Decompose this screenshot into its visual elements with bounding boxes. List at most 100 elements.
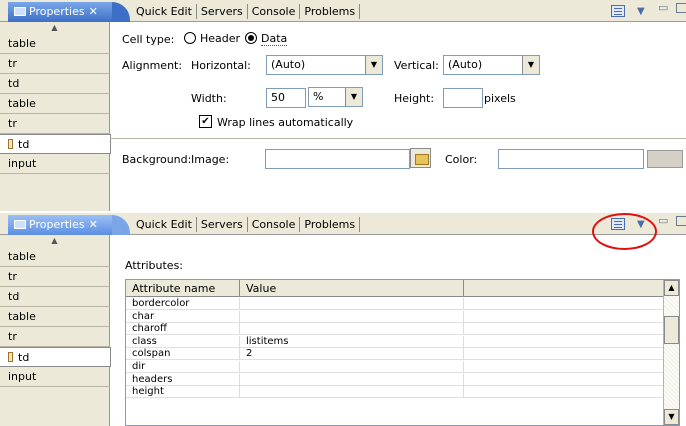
extra-cell xyxy=(464,323,666,336)
sidebar-item-tr[interactable]: tr xyxy=(0,267,110,287)
vertical-scrollbar[interactable]: ▲ ▼ xyxy=(663,280,679,425)
table-row[interactable]: class listitems xyxy=(126,335,666,348)
height-label: Height: xyxy=(394,92,435,105)
chevron-down-icon[interactable]: ▼ xyxy=(345,88,362,106)
color-picker-button[interactable] xyxy=(647,150,683,168)
column-header-name[interactable]: Attribute name xyxy=(126,280,240,297)
attribute-value-cell[interactable] xyxy=(240,298,464,310)
color-input[interactable] xyxy=(498,149,644,169)
data-radio[interactable] xyxy=(245,32,257,44)
attributes-table[interactable]: Attribute name Value bordercolor char char… xyxy=(125,279,680,426)
view-menu-icon[interactable] xyxy=(611,5,625,17)
tab-problems[interactable]: Problems xyxy=(300,4,361,19)
sidebar-item-tr[interactable]: tr xyxy=(0,327,110,347)
element-sidebar: ▲ table tr td table tr td input xyxy=(0,22,111,211)
vertical-value: (Auto) xyxy=(448,58,483,71)
tab-console[interactable]: Console xyxy=(248,217,301,232)
attribute-value-cell[interactable] xyxy=(240,310,464,323)
attribute-name-cell[interactable]: charoff xyxy=(126,323,240,336)
extra-cell xyxy=(464,348,666,361)
chevron-down-icon[interactable]: ▼ xyxy=(365,56,382,74)
sidebar-item-td-selected[interactable]: td xyxy=(0,134,111,154)
tab-properties-label: Properties xyxy=(29,5,85,18)
dropdown-icon[interactable]: ▼ xyxy=(637,6,645,17)
tab-curve xyxy=(112,2,130,22)
height-input[interactable] xyxy=(443,88,483,108)
sidebar-item-table[interactable]: table xyxy=(0,94,110,114)
scroll-thumb[interactable] xyxy=(664,316,679,344)
divider xyxy=(110,138,686,139)
sidebar-item-table[interactable]: table xyxy=(0,247,110,267)
header-radio[interactable] xyxy=(184,32,196,44)
tab-quick-edit[interactable]: Quick Edit xyxy=(132,217,197,232)
table-row[interactable]: height xyxy=(126,386,666,399)
attribute-name-cell[interactable]: colspan xyxy=(126,348,240,361)
maximize-icon[interactable] xyxy=(676,216,686,226)
width-label: Width: xyxy=(191,92,227,105)
background-label: Background: xyxy=(122,153,192,166)
attribute-name-cell[interactable]: bordercolor xyxy=(126,298,240,310)
tab-properties[interactable]: Properties ✕ xyxy=(8,215,112,235)
width-unit-select[interactable]: % ▼ xyxy=(308,87,363,107)
width-input[interactable]: 50 xyxy=(266,88,306,108)
attribute-value-cell[interactable] xyxy=(240,386,464,399)
close-icon[interactable]: ✕ xyxy=(89,218,98,231)
attribute-name-cell[interactable]: headers xyxy=(126,373,240,386)
scroll-up-icon[interactable]: ▲ xyxy=(0,235,109,247)
tab-console[interactable]: Console xyxy=(248,4,301,19)
tab-problems[interactable]: Problems xyxy=(300,217,361,232)
attribute-value-cell[interactable] xyxy=(240,373,464,386)
attribute-name-cell[interactable]: char xyxy=(126,310,240,323)
width-unit-value: % xyxy=(313,90,324,103)
close-icon[interactable]: ✕ xyxy=(89,5,98,18)
sidebar-item-label: td xyxy=(18,351,30,364)
table-row[interactable]: colspan 2 xyxy=(126,348,666,361)
sidebar-item-td[interactable]: td xyxy=(0,74,110,94)
sidebar-item-input[interactable]: input xyxy=(0,367,110,387)
annotation-ring xyxy=(592,213,657,250)
attribute-name-cell[interactable]: dir xyxy=(126,361,240,373)
extra-cell xyxy=(464,298,666,310)
alignment-label: Alignment: xyxy=(122,59,183,72)
tab-bar: Properties ✕ Quick Edit Servers Console P… xyxy=(0,213,686,250)
minimize-icon[interactable]: ▭ xyxy=(658,1,668,14)
sidebar-item-tr[interactable]: tr xyxy=(0,54,110,74)
chevron-down-icon[interactable]: ▼ xyxy=(522,56,539,74)
properties-icon xyxy=(14,220,26,229)
attribute-value-cell[interactable] xyxy=(240,323,464,336)
scroll-up-icon[interactable]: ▲ xyxy=(0,22,109,34)
table-row[interactable]: charoff xyxy=(126,323,666,336)
table-row[interactable]: bordercolor xyxy=(126,298,666,310)
sidebar-item-td[interactable]: td xyxy=(0,287,110,307)
vertical-select[interactable]: (Auto) ▼ xyxy=(443,55,540,75)
scroll-down-icon[interactable]: ▼ xyxy=(664,409,679,425)
scroll-up-icon[interactable]: ▲ xyxy=(664,280,679,296)
table-row[interactable]: headers xyxy=(126,373,666,386)
tab-properties[interactable]: Properties ✕ xyxy=(8,2,112,22)
other-tabs: Quick Edit Servers Console Problems xyxy=(132,217,361,232)
folder-icon[interactable] xyxy=(410,148,431,168)
attribute-name-cell[interactable]: class xyxy=(126,335,240,348)
attribute-name-cell[interactable]: height xyxy=(126,386,240,399)
attribute-value-cell[interactable]: listitems xyxy=(240,335,464,348)
sidebar-item-input[interactable]: input xyxy=(0,154,110,174)
table-row[interactable]: char xyxy=(126,310,666,323)
tab-servers[interactable]: Servers xyxy=(197,4,248,19)
attribute-value-cell[interactable] xyxy=(240,361,464,373)
extra-cell xyxy=(464,310,666,323)
maximize-icon[interactable] xyxy=(676,3,686,13)
image-input[interactable] xyxy=(265,149,410,169)
tab-quick-edit[interactable]: Quick Edit xyxy=(132,4,197,19)
horizontal-select[interactable]: (Auto) ▼ xyxy=(266,55,383,75)
sidebar-item-tr[interactable]: tr xyxy=(0,114,110,134)
attribute-value-cell[interactable]: 2 xyxy=(240,348,464,361)
sidebar-item-td-selected[interactable]: td xyxy=(0,347,111,367)
table-row[interactable]: dir xyxy=(126,361,666,373)
tab-curve xyxy=(112,215,130,235)
column-header-value[interactable]: Value xyxy=(240,280,464,297)
minimize-icon[interactable]: ▭ xyxy=(658,214,668,227)
sidebar-item-table[interactable]: table xyxy=(0,34,110,54)
sidebar-item-table[interactable]: table xyxy=(0,307,110,327)
wrap-checkbox[interactable]: ✔ xyxy=(199,115,212,128)
tab-servers[interactable]: Servers xyxy=(197,217,248,232)
